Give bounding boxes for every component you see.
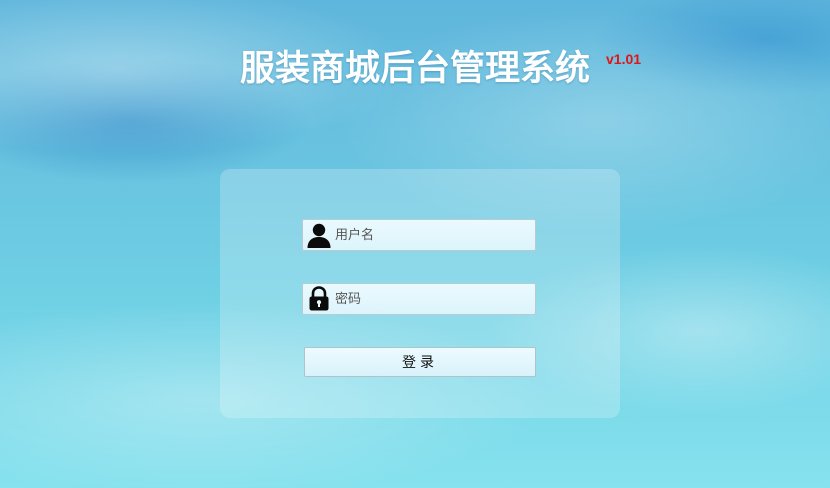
password-input[interactable] bbox=[333, 284, 537, 314]
user-icon bbox=[307, 223, 331, 248]
password-field[interactable] bbox=[302, 283, 537, 315]
page-title: 服装商城后台管理系统 bbox=[239, 49, 590, 89]
login-button[interactable]: 登录 bbox=[304, 347, 536, 377]
version-badge: v1.01 bbox=[606, 51, 642, 67]
lock-icon bbox=[309, 286, 329, 311]
username-field[interactable] bbox=[302, 219, 537, 251]
username-input[interactable] bbox=[333, 220, 537, 250]
title-wrapper: 服装商城后台管理系统 bbox=[0, 40, 830, 91]
